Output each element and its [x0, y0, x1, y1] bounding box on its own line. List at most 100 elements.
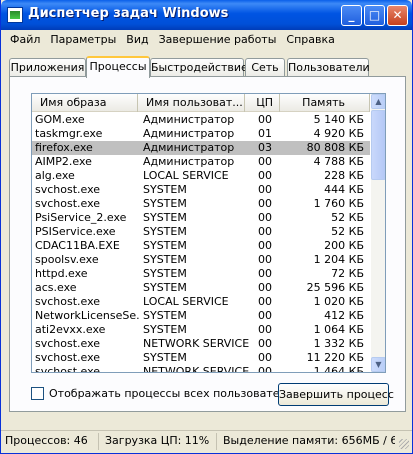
process-cpu: 00 [258, 267, 272, 280]
table-row[interactable]: ati2evxx.exe SYSTEM 00 1 064 КБ [32, 323, 370, 337]
menu-bar: Файл Параметры Вид Завершение работы Спр… [5, 31, 340, 49]
column-image-name[interactable]: Имя образа [32, 94, 138, 112]
table-row[interactable]: svchost.exe SYSTEM 00 11 220 КБ [32, 351, 370, 365]
process-cpu: 00 [258, 211, 272, 224]
minimize-icon[interactable]: _ [341, 5, 362, 26]
tab-applications[interactable]: Приложения [9, 58, 86, 77]
processes-panel: Имя образа Имя пользоват... ЦП Память GO… [9, 76, 406, 412]
process-user: LOCAL SERVICE [143, 295, 229, 308]
tab-network[interactable]: Сеть [245, 58, 285, 77]
process-name: svchost.exe [35, 365, 101, 373]
table-row[interactable]: NetworkLicenseSe... SYSTEM 00 412 КБ [32, 309, 370, 323]
table-row[interactable]: svchost.exe LOCAL SERVICE 00 1 020 КБ [32, 295, 370, 309]
process-memory: 444 КБ [324, 183, 364, 196]
column-cpu[interactable]: ЦП [245, 94, 280, 112]
process-user: SYSTEM [143, 281, 187, 294]
process-name: svchost.exe [35, 197, 101, 210]
list-header: Имя образа Имя пользоват... ЦП Память [32, 94, 370, 112]
process-cpu: 00 [258, 239, 272, 252]
process-name: CDAC11BA.EXE [35, 239, 120, 252]
table-row[interactable]: taskmgr.exe Администратор 01 4 920 КБ [32, 127, 370, 141]
tab-processes[interactable]: Процессы [86, 56, 150, 78]
process-name: GOM.exe [35, 113, 85, 126]
process-memory: 72 КБ [331, 267, 364, 280]
table-row[interactable]: svchost.exe SYSTEM 00 1 760 КБ [32, 197, 370, 211]
window-title: Диспетчер задач Windows [28, 6, 229, 21]
process-name: PSIService.exe [35, 225, 116, 238]
process-memory: 412 КБ [324, 309, 364, 322]
menu-shutdown[interactable]: Завершение работы [154, 31, 282, 49]
process-memory: 1 020 КБ [313, 295, 364, 308]
process-rows: GOM.exe Администратор 00 5 140 КБ taskmgr.ex… [32, 113, 370, 373]
menu-file[interactable]: Файл [5, 31, 45, 49]
table-row[interactable]: httpd.exe SYSTEM 00 72 КБ [32, 267, 370, 281]
process-memory: 80 808 КБ [306, 141, 364, 154]
process-user: NETWORK SERVICE [143, 337, 250, 350]
process-name: alg.exe [35, 169, 75, 182]
process-user: SYSTEM [143, 197, 187, 210]
column-memory[interactable]: Память [280, 94, 370, 112]
table-row[interactable]: PSIService.exe SYSTEM 00 52 КБ [32, 225, 370, 239]
process-memory: 1 464 КБ [313, 365, 364, 373]
end-process-button[interactable]: Завершить процесс [278, 383, 394, 406]
scroll-down-icon[interactable]: ▼ [371, 357, 385, 372]
process-list[interactable]: Имя образа Имя пользоват... ЦП Память GO… [31, 93, 386, 373]
status-bar: Процессов: 46 Загрузка ЦП: 11% Выделение… [1, 430, 412, 453]
status-commit-charge: Выделение памяти: 656МБ / 6 [223, 434, 395, 447]
table-row[interactable]: GOM.exe Администратор 00 5 140 КБ [32, 113, 370, 127]
process-user: Администратор [143, 127, 235, 140]
process-memory: 4 788 КБ [313, 155, 364, 168]
vertical-scrollbar[interactable]: ▲ ▼ [371, 94, 385, 372]
process-memory: 11 220 КБ [306, 351, 364, 364]
process-cpu: 00 [258, 225, 272, 238]
process-name: acs.exe [35, 281, 77, 294]
process-cpu: 00 [258, 281, 272, 294]
process-user: SYSTEM [143, 351, 187, 364]
table-row[interactable]: PsiService_2.exe SYSTEM 00 52 КБ [32, 211, 370, 225]
title-bar[interactable]: Диспетчер задач Windows _ □ ✕ [1, 0, 412, 30]
table-row[interactable]: svchost.exe SYSTEM 00 444 КБ [32, 183, 370, 197]
resize-grip-icon[interactable] [399, 439, 409, 449]
show-all-checkbox[interactable] [31, 386, 44, 400]
table-row[interactable]: spoolsv.exe SYSTEM 00 1 204 КБ [32, 253, 370, 267]
close-icon[interactable]: ✕ [387, 5, 408, 26]
menu-help[interactable]: Справка [281, 31, 339, 49]
tab-performance[interactable]: Быстродействие [150, 58, 248, 77]
table-row[interactable]: CDAC11BA.EXE SYSTEM 00 200 КБ [32, 239, 370, 253]
process-memory: 4 920 КБ [313, 127, 364, 140]
scroll-up-icon[interactable]: ▲ [371, 94, 385, 109]
table-row[interactable]: alg.exe LOCAL SERVICE 00 228 КБ [32, 169, 370, 183]
process-memory: 200 КБ [324, 239, 364, 252]
process-cpu: 01 [258, 127, 272, 140]
process-user: SYSTEM [143, 267, 187, 280]
process-name: AIMP2.exe [35, 155, 92, 168]
process-name: PsiService_2.exe [35, 211, 127, 224]
task-manager-window: Диспетчер задач Windows _ □ ✕ Файл Парам… [0, 0, 413, 454]
process-cpu: 00 [258, 155, 272, 168]
column-user-name[interactable]: Имя пользоват... [138, 94, 245, 112]
table-row[interactable]: firefox.exe Администратор 03 80 808 КБ [32, 141, 370, 155]
scroll-thumb[interactable] [371, 110, 385, 180]
menu-view[interactable]: Вид [121, 31, 153, 49]
process-cpu: 00 [258, 183, 272, 196]
process-memory: 52 КБ [331, 225, 364, 238]
process-cpu: 00 [258, 309, 272, 322]
table-row[interactable]: acs.exe SYSTEM 00 25 596 КБ [32, 281, 370, 295]
maximize-icon[interactable]: □ [364, 5, 385, 26]
table-row[interactable]: AIMP2.exe Администратор 00 4 788 КБ [32, 155, 370, 169]
tab-users[interactable]: Пользователи [287, 58, 370, 77]
table-row[interactable]: svchost.exe NETWORK SERVICE 00 1 464 КБ [32, 365, 370, 373]
process-user: SYSTEM [143, 225, 187, 238]
process-cpu: 00 [258, 169, 272, 182]
show-all-processes-option[interactable]: Отображать процессы всех пользователей [31, 386, 300, 400]
process-user: SYSTEM [143, 253, 187, 266]
process-name: svchost.exe [35, 295, 101, 308]
process-memory: 25 596 КБ [306, 281, 364, 294]
process-name: firefox.exe [35, 141, 93, 154]
menu-options[interactable]: Параметры [45, 31, 121, 49]
table-row[interactable]: svchost.exe NETWORK SERVICE 00 1 332 КБ [32, 337, 370, 351]
process-name: ati2evxx.exe [35, 323, 106, 336]
process-name: svchost.exe [35, 183, 101, 196]
process-name: svchost.exe [35, 337, 101, 350]
process-cpu: 00 [258, 295, 272, 308]
